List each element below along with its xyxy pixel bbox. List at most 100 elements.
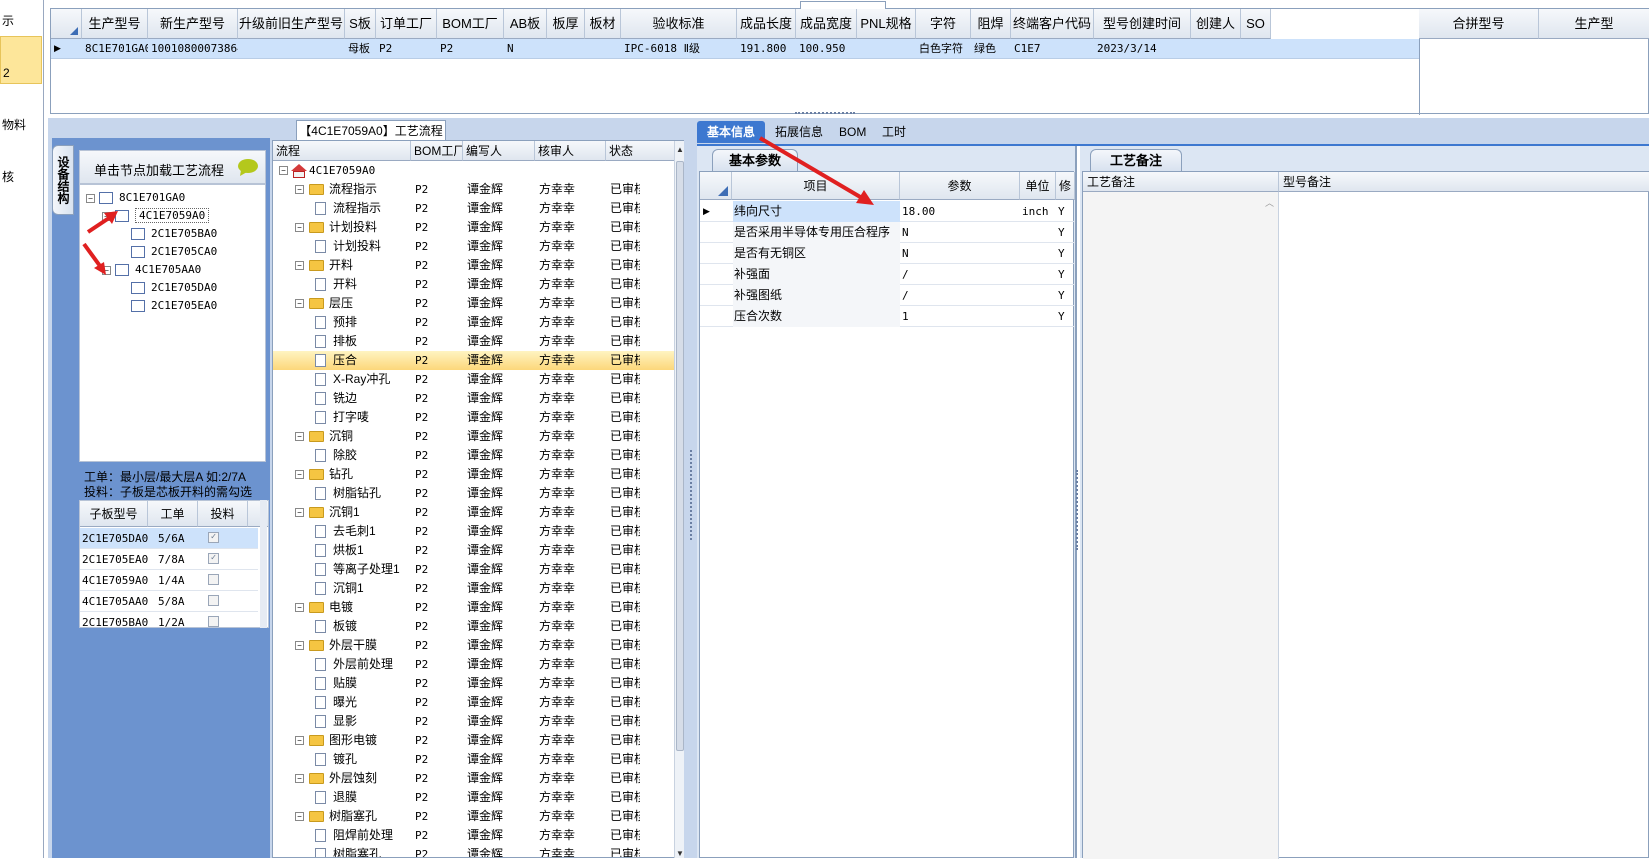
tree-expander-icon[interactable]: − [295,812,304,821]
cell-production-model[interactable]: 8C1E701GA0 [82,39,148,59]
splitter-grip-horizontal[interactable] [795,112,855,118]
tree-node[interactable]: 2C1E705CA0 [118,245,217,258]
tree-expander-icon[interactable]: − [295,603,304,612]
col-header-19[interactable]: 合拼型号 [1419,9,1539,39]
params-grid-corner[interactable] [700,172,732,200]
tree-expander-icon[interactable]: − [102,265,111,275]
flow-row[interactable]: − 沉铜1 P2 谭金辉 方幸幸 已审核 [273,503,683,522]
flow-row[interactable]: − 钻孔 P2 谭金辉 方幸幸 已审核 [273,465,683,484]
tree-expander-icon[interactable]: − [295,470,304,479]
flow-root-row[interactable]: − 4C1E7059A0 [273,161,683,180]
flow-row[interactable]: − 沉铜 P2 谭金辉 方幸幸 已审核 [273,427,683,446]
flow-row[interactable]: 曝光 P2 谭金辉 方幸幸 已审核 [273,693,683,712]
sub-grid-header-0[interactable]: 子板型号 [80,501,148,527]
col-header-3[interactable]: S板 [345,9,376,39]
cell-s-board[interactable]: 母板 [345,39,378,59]
feed-checkbox[interactable] [208,574,219,585]
param-row[interactable]: 是否有无铜区 N Y [700,243,1075,264]
flow-row[interactable]: − 电镀 P2 谭金辉 方幸幸 已审核 [273,598,683,617]
flow-header-0[interactable]: 流程 [273,141,411,161]
process-remark-field[interactable] [1083,192,1279,859]
flow-row[interactable]: − 图形电镀 P2 谭金辉 方幸幸 已审核 [273,731,683,750]
flow-row[interactable]: 铣边 P2 谭金辉 方幸幸 已审核 [273,389,683,408]
flow-row[interactable]: − 外层蚀刻 P2 谭金辉 方幸幸 已审核 [273,769,683,788]
param-value[interactable]: / [902,264,1018,285]
col-header-15[interactable]: 终端客户代码 [1011,9,1094,39]
nav-item-0[interactable]: 示 [0,10,42,32]
tree-expander-icon[interactable]: − [295,299,304,308]
params-header-3[interactable]: 修 [1056,172,1075,200]
flow-header-2[interactable]: 编写人 [463,141,535,161]
flow-row[interactable]: 树脂钻孔 P2 谭金辉 方幸幸 已审核 [273,484,683,503]
col-header-9[interactable]: 验收标准 [621,9,737,39]
flow-row[interactable]: 流程指示 P2 谭金辉 方幸幸 已审核 [273,199,683,218]
tab-process-remark[interactable]: 工艺备注 [1090,149,1182,171]
flow-row[interactable]: 排板 P2 谭金辉 方幸幸 已审核 [273,332,683,351]
col-process-remark[interactable]: 工艺备注 [1083,172,1279,192]
nav-item-3[interactable]: 核 [0,166,42,188]
col-header-6[interactable]: AB板 [504,9,547,39]
tree-expander-icon[interactable]: − [279,166,288,175]
feed-checkbox[interactable] [208,616,219,627]
param-value[interactable]: N [902,243,1018,264]
flow-row[interactable]: 板镀 P2 谭金辉 方幸幸 已审核 [273,617,683,636]
flow-row[interactable]: 计划投料 P2 谭金辉 方幸幸 已审核 [273,237,683,256]
col-header-16[interactable]: 型号创建时间 [1094,9,1191,39]
col-header-1[interactable]: 新生产型号 [148,9,238,39]
col-header-20[interactable]: 生产型 [1539,9,1649,39]
col-header-2[interactable]: 升级前旧生产型号 [238,9,345,39]
side-tab-structure[interactable]: 设备结构 [52,145,74,215]
flow-row[interactable]: X-Ray冲孔 P2 谭金辉 方幸幸 已审核 [273,370,683,389]
tree-expander-icon[interactable]: − [295,774,304,783]
table-row[interactable]: 4C1E705AA0 5/8A [80,591,258,612]
col-header-17[interactable]: 创建人 [1191,9,1241,39]
flow-row[interactable]: 镀孔 P2 谭金辉 方幸幸 已审核 [273,750,683,769]
table-row[interactable]: 4C1E7059A0 1/4A [80,570,258,591]
tree-node[interactable]: − 4C1E7059A0 [102,208,210,223]
cell-bom-factory[interactable]: P2 [437,39,503,59]
flow-row[interactable]: 沉铜1 P2 谭金辉 方幸幸 已审核 [273,579,683,598]
flow-row[interactable]: 去毛刺1 P2 谭金辉 方幸幸 已审核 [273,522,683,541]
flow-header-1[interactable]: BOM工厂 [411,141,463,161]
nav-item-1[interactable]: 2 [0,36,42,84]
sub-grid-header-1[interactable]: 工单 [148,501,198,527]
grid-corner[interactable] [51,9,82,39]
feed-checkbox[interactable]: ✓ [208,532,219,543]
flow-row[interactable]: 显影 P2 谭金辉 方幸幸 已审核 [273,712,683,731]
tree-expander-icon[interactable]: − [295,261,304,270]
flow-header-3[interactable]: 核审人 [535,141,606,161]
col-header-10[interactable]: 成品长度 [737,9,796,39]
flow-row[interactable]: − 外层干膜 P2 谭金辉 方幸幸 已审核 [273,636,683,655]
param-row[interactable]: 补强面 / Y [700,264,1075,285]
param-row[interactable]: 压合次数 1 Y [700,306,1075,327]
param-row[interactable]: 补强图纸 / Y [700,285,1075,306]
tab-1[interactable]: 拓展信息 [769,121,829,143]
nav-item-2[interactable]: 物料 [0,114,42,136]
cell-finished-width[interactable]: 100.950 [796,39,858,59]
flow-row[interactable]: 开料 P2 谭金辉 方幸幸 已审核 [273,275,683,294]
flow-row[interactable]: − 层压 P2 谭金辉 方幸幸 已审核 [273,294,683,313]
scroll-thumb[interactable] [676,161,684,751]
tree-expander-icon[interactable]: − [102,211,111,221]
feed-checkbox[interactable]: ✓ [208,553,219,564]
flow-row[interactable]: 等离子处理1 P2 谭金辉 方幸幸 已审核 [273,560,683,579]
feed-checkbox[interactable] [208,595,219,606]
col-header-8[interactable]: 板材 [585,9,621,39]
param-value[interactable]: / [902,285,1018,306]
tree-expander-icon[interactable]: − [295,508,304,517]
flow-row[interactable]: 烘板1 P2 谭金辉 方幸幸 已审核 [273,541,683,560]
flow-row[interactable]: − 树脂塞孔 P2 谭金辉 方幸幸 已审核 [273,807,683,826]
tree-node[interactable]: − 4C1E705AA0 [102,263,201,276]
tab-basic-params[interactable]: 基本参数 [712,149,798,171]
params-header-0[interactable]: 项目 [732,172,900,200]
cell-ab-board[interactable]: N [504,39,548,59]
param-value[interactable]: 1 [902,306,1018,327]
flow-header-4[interactable]: 状态 [606,141,676,161]
cell-new-model[interactable]: 10010800073864 [148,39,238,59]
flow-row[interactable]: 打字唛 P2 谭金辉 方幸幸 已审核 [273,408,683,427]
cell-order-factory[interactable]: P2 [376,39,436,59]
remark-scroll-up-icon[interactable]: ︿ [1265,196,1274,209]
tree-expander-icon[interactable]: − [295,223,304,232]
col-header-5[interactable]: BOM工厂 [437,9,504,39]
tab-0[interactable]: 基本信息 [697,121,765,143]
